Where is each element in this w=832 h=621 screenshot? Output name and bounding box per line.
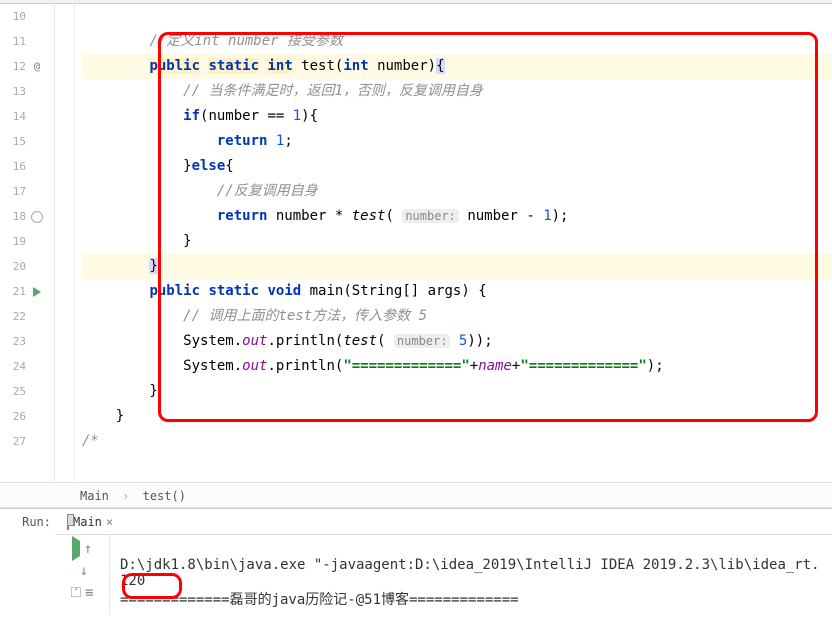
code-line[interactable]: // 调用上面的test方法，传入参数 5 [82, 304, 832, 329]
line-number: 12 [6, 54, 26, 79]
export-icon[interactable]: ⏍ [70, 585, 81, 601]
console-line: D:\jdk1.8\bin\java.exe "-javaagent:D:\id… [120, 557, 820, 573]
run-tab-label: Main [73, 515, 102, 529]
code-line[interactable]: return 1; [82, 129, 832, 154]
line-number: 15 [6, 129, 26, 154]
run-console[interactable]: D:\jdk1.8\bin\java.exe "-javaagent:D:\id… [110, 535, 832, 615]
line-number: 11 [6, 29, 26, 54]
run-gutter-icon[interactable] [30, 287, 44, 297]
override-icon[interactable]: @ [30, 54, 44, 79]
code-line[interactable]: // 当条件满足时，返回1，否则，反复调用自身 [82, 79, 832, 104]
fold-margin[interactable] [55, 4, 75, 482]
breadcrumb[interactable]: Main › test() [0, 482, 832, 508]
gutter: 10 11 12@ 13 14 15 16 17 18 19 20 21 22 … [0, 4, 55, 482]
line-number: 19 [6, 229, 26, 254]
scroll-down-icon[interactable]: ↓ [80, 563, 88, 579]
rerun-icon[interactable] [72, 541, 80, 557]
line-number: 18 [6, 204, 26, 229]
code-line[interactable]: public static int test(int number){ [82, 54, 832, 79]
run-tab-header: Main × [55, 509, 832, 535]
line-number: 13 [6, 79, 26, 104]
breadcrumb-item[interactable]: test() [143, 489, 186, 503]
line-number: 25 [6, 379, 26, 404]
line-number: 14 [6, 104, 26, 129]
code-line[interactable]: /* [82, 429, 832, 454]
breadcrumb-item[interactable]: Main [80, 489, 109, 503]
code-line[interactable]: } [82, 404, 832, 429]
code-line[interactable]: //反复调用自身 [82, 179, 832, 204]
wrap-icon[interactable]: ≡ [85, 585, 93, 601]
line-number: 23 [6, 329, 26, 354]
code-line[interactable]: System.out.println(test( number: 5)); [82, 329, 832, 354]
code-line[interactable]: if(number == 1){ [82, 104, 832, 129]
run-toolbar: ↑ ↓ ⏍ ≡ [55, 535, 110, 615]
line-number: 21 [6, 279, 26, 304]
code-line[interactable]: } [82, 379, 832, 404]
line-number: 17 [6, 179, 26, 204]
code-line[interactable]: //定义int number 接受参数 [82, 29, 832, 54]
code-area[interactable]: //定义int number 接受参数 public static int te… [55, 4, 832, 482]
editor-container: 10 11 12@ 13 14 15 16 17 18 19 20 21 22 … [0, 4, 832, 482]
line-number: 16 [6, 154, 26, 179]
line-number: 10 [6, 4, 26, 29]
line-number: 24 [6, 354, 26, 379]
code-line[interactable]: }else{ [82, 154, 832, 179]
console-line: =============磊哥的java历险记-@51博客===========… [120, 592, 519, 608]
run-tab[interactable]: Main × [63, 515, 117, 529]
layout-icon [67, 515, 69, 529]
line-number: 26 [6, 404, 26, 429]
code-line[interactable]: public static void main(String[] args) { [82, 279, 832, 304]
run-panel: Run: Main × ↑ ↓ ⏍ ≡ [0, 508, 832, 618]
line-number: 20 [6, 254, 26, 279]
code-line[interactable]: } [82, 229, 832, 254]
line-number: 27 [6, 429, 26, 454]
run-panel-label: Run: [0, 509, 55, 618]
console-line: 120 [120, 573, 145, 589]
code-line[interactable] [82, 4, 832, 29]
scroll-up-icon[interactable]: ↑ [84, 541, 92, 557]
recursive-call-icon[interactable] [30, 211, 44, 223]
line-number: 22 [6, 304, 26, 329]
breadcrumb-separator: › [122, 489, 129, 503]
code-line[interactable]: System.out.println("============="+name+… [82, 354, 832, 379]
code-line[interactable]: return number * test( number: number - 1… [82, 204, 832, 229]
close-icon[interactable]: × [106, 515, 113, 529]
code-line[interactable]: } [82, 254, 832, 279]
